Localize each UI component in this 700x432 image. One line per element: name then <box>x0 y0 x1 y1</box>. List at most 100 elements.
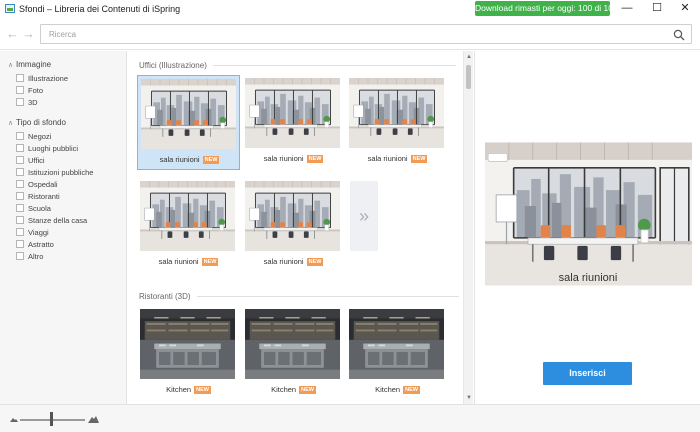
thumbnail-sala-riunioni-1[interactable]: sala riunioni NEW <box>137 75 240 170</box>
checkbox[interactable] <box>16 132 24 140</box>
office-thumbnail-image <box>141 79 236 149</box>
new-badge: NEW <box>299 386 316 394</box>
filter-label: Negozi <box>28 132 52 141</box>
filter-3d[interactable]: 3D <box>16 98 38 108</box>
filter-label: Astratto <box>28 240 54 249</box>
filter-sidebar: ∧ Immagine Illustrazione Foto 3D ∧ Tipo di… <box>0 51 127 404</box>
search-icon[interactable] <box>673 29 685 41</box>
filter-group-label: Immagine <box>16 60 52 69</box>
insert-button[interactable]: Inserisci <box>543 362 632 385</box>
chevron-up-icon: ∧ <box>8 62 14 69</box>
search-input[interactable] <box>49 28 649 41</box>
filter-label: 3D <box>28 98 38 107</box>
download-quota-badge: Download rimasti per oggi: 100 di 100 <box>475 1 618 16</box>
toolbar: ← → <box>0 18 700 50</box>
thumbnail-caption: sala riunioni <box>263 154 304 163</box>
checkbox[interactable] <box>16 86 24 94</box>
zoom-slider-thumb[interactable] <box>50 412 53 426</box>
filter-label: Istituzioni pubbliche <box>28 168 94 177</box>
thumbnail-kitchen-1[interactable]: Kitchen NEW <box>137 306 240 401</box>
filter-label: Foto <box>28 86 44 95</box>
filter-label: Viaggi <box>28 228 49 237</box>
filter-label: Stanze della casa <box>28 216 88 225</box>
filter-group-immagine[interactable]: ∧ Immagine <box>8 60 51 69</box>
window-title: Sfondi – Libreria dei Contenuti di iSpri… <box>19 4 181 14</box>
scroll-up-icon[interactable]: ▲ <box>465 53 473 61</box>
section-title-uffici: Uffici (Illustrazione) <box>139 61 456 70</box>
new-badge: NEW <box>306 258 324 266</box>
kitchen-thumbnail-image <box>140 309 235 379</box>
checkbox[interactable] <box>16 240 24 248</box>
chevron-up-icon: ∧ <box>8 120 14 127</box>
filter-group-tipo-di-sfondo[interactable]: ∧ Tipo di sfondo <box>8 118 66 127</box>
checkbox[interactable] <box>16 144 24 152</box>
filter-altro[interactable]: Altro <box>16 252 43 262</box>
search-box <box>40 24 692 44</box>
kitchen-thumbnail-image <box>349 309 444 379</box>
zoom-in-mountain-icon[interactable] <box>88 414 99 423</box>
title-bar: Sfondi – Libreria dei Contenuti di iSpri… <box>0 0 700 18</box>
filter-label: Altro <box>28 252 44 261</box>
zoom-out-mountain-icon[interactable] <box>10 416 18 422</box>
filter-uffici[interactable]: Uffici <box>16 156 45 166</box>
thumbnail-caption: Kitchen <box>375 385 401 394</box>
filter-label: Luoghi pubblici <box>28 144 79 153</box>
office-thumbnail-image <box>245 78 340 148</box>
filter-ristoranti[interactable]: Ristoranti <box>16 192 60 202</box>
filter-label: Ristoranti <box>28 192 60 201</box>
office-thumbnail-image <box>245 181 340 251</box>
filter-label: Uffici <box>28 156 45 165</box>
preview-image <box>485 137 692 291</box>
show-more-arrow-icon[interactable]: » <box>350 181 378 251</box>
thumbnail-kitchen-3[interactable]: Kitchen NEW <box>346 306 449 401</box>
checkbox[interactable] <box>16 180 24 188</box>
back-arrow-icon[interactable]: ← <box>6 26 19 41</box>
filter-label: Illustrazione <box>28 74 69 83</box>
minimize-icon[interactable]: — <box>612 0 642 17</box>
checkbox[interactable] <box>16 252 24 260</box>
checkbox[interactable] <box>16 204 24 212</box>
thumbnail-sala-riunioni-5[interactable]: sala riunioni NEW <box>242 178 345 273</box>
scrollbar-thumb[interactable] <box>466 65 471 89</box>
filter-group-label: Tipo di sfondo <box>16 118 66 127</box>
maximize-icon[interactable]: ☐ <box>642 0 672 17</box>
thumbnail-sala-riunioni-4[interactable]: sala riunioni NEW <box>137 178 240 273</box>
filter-scuola[interactable]: Scuola <box>16 204 51 214</box>
thumbnail-caption: Kitchen <box>166 385 192 394</box>
scroll-down-icon[interactable]: ▼ <box>465 394 473 402</box>
new-badge: NEW <box>201 258 219 266</box>
thumbnail-caption: Kitchen <box>271 385 297 394</box>
filter-luoghi-pubblici[interactable]: Luoghi pubblici <box>16 144 78 154</box>
filter-foto[interactable]: Foto <box>16 86 43 96</box>
gallery-scrollbar[interactable]: ▲ ▼ <box>463 51 473 404</box>
forward-arrow-icon[interactable]: → <box>22 26 35 41</box>
thumbnail-sala-riunioni-2[interactable]: sala riunioni NEW <box>242 75 345 170</box>
checkbox[interactable] <box>16 228 24 236</box>
thumbnail-sala-riunioni-3[interactable]: sala riunioni NEW <box>346 75 449 170</box>
checkbox[interactable] <box>16 192 24 200</box>
filter-negozi[interactable]: Negozi <box>16 132 51 142</box>
new-badge: NEW <box>194 386 211 394</box>
checkbox[interactable] <box>16 74 24 82</box>
checkbox[interactable] <box>16 98 24 106</box>
filter-ospedali[interactable]: Ospedali <box>16 180 58 190</box>
filter-stanze-della-casa[interactable]: Stanze della casa <box>16 216 87 226</box>
preview-title: sala riunioni <box>558 272 618 284</box>
kitchen-thumbnail-image <box>245 309 340 379</box>
thumbnail-caption: sala riunioni <box>158 257 199 266</box>
office-thumbnail-image <box>140 181 235 251</box>
new-badge: NEW <box>202 156 220 164</box>
thumbnail-kitchen-2[interactable]: Kitchen NEW <box>242 306 345 401</box>
close-icon[interactable]: ✕ <box>670 0 700 17</box>
checkbox[interactable] <box>16 168 24 176</box>
filter-viaggi[interactable]: Viaggi <box>16 228 49 238</box>
checkbox[interactable] <box>16 216 24 224</box>
filter-astratto[interactable]: Astratto <box>16 240 54 250</box>
filter-istituzioni-pubbliche[interactable]: Istituzioni pubbliche <box>16 168 93 178</box>
app-icon <box>5 4 15 13</box>
checkbox[interactable] <box>16 156 24 164</box>
status-bar <box>0 404 700 432</box>
thumbnail-caption: sala riunioni <box>159 155 200 164</box>
new-badge: NEW <box>306 155 324 163</box>
filter-illustrazione[interactable]: Illustrazione <box>16 74 68 84</box>
